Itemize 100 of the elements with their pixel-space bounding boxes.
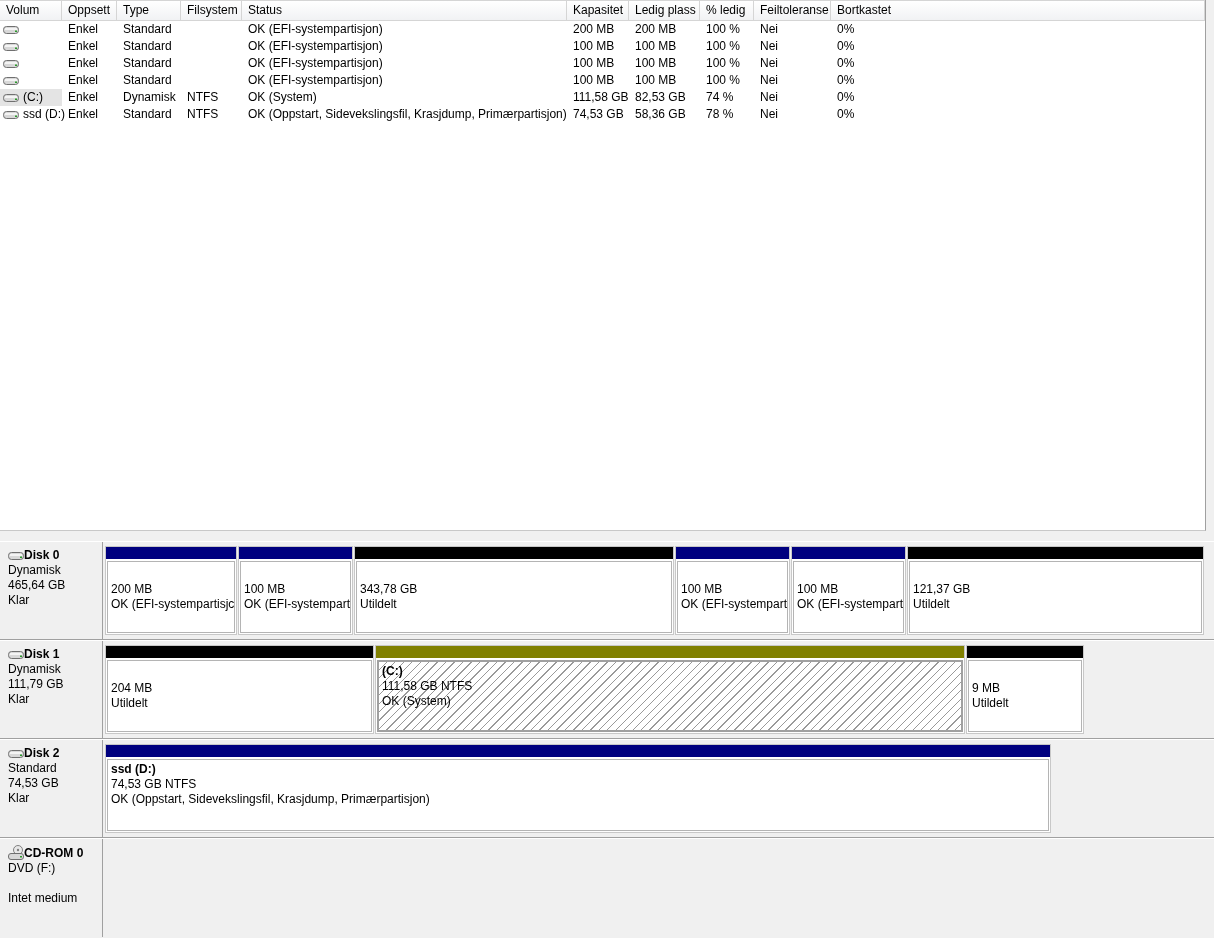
partition-size: 100 MB — [681, 582, 724, 597]
disk-status: Klar — [8, 692, 31, 707]
table-cell: Enkel — [68, 73, 99, 87]
partition-block[interactable]: 204 MB Utildelt — [105, 645, 374, 734]
disk-status: Intet medium — [8, 891, 79, 906]
column-header[interactable]: Kapasitet — [567, 1, 629, 20]
partition-size: 200 MB — [111, 582, 154, 597]
table-cell: Nei — [760, 39, 778, 53]
column-header[interactable]: Feiltoleranse — [754, 1, 831, 20]
table-cell: 100 % — [706, 22, 741, 36]
table-cell: 100 MB — [573, 56, 615, 70]
partition-block[interactable]: (C:) 111,58 GB NTFS OK (System) — [375, 645, 965, 734]
disk-name: Disk 2 — [24, 746, 60, 761]
table-cell: 100 % — [706, 39, 741, 53]
volume-name: (C:) — [22, 90, 44, 105]
table-cell: 0% — [837, 39, 855, 53]
table-cell: Enkel — [68, 107, 99, 121]
column-header[interactable]: Type — [117, 1, 181, 20]
drive-icon — [3, 24, 19, 35]
column-header[interactable]: % ledig — [700, 1, 754, 20]
table-cell: Nei — [760, 56, 778, 70]
partition-block[interactable]: 121,37 GB Utildelt — [907, 546, 1204, 635]
table-cell: 200 MB — [635, 22, 677, 36]
table-cell: 111,58 GB — [573, 90, 629, 104]
partition-size: 121,37 GB — [913, 582, 972, 597]
table-cell: Enkel — [68, 22, 99, 36]
partition-block[interactable]: 100 MB OK (EFI-systempart — [238, 546, 353, 635]
table-cell: OK (Oppstart, Sidevekslingsfil, Krasjdump, Primærpartisjon) — [248, 107, 567, 121]
table-cell: 58,36 GB — [635, 107, 686, 121]
table-cell: 100 MB — [573, 39, 615, 53]
partition-size: 343,78 GB — [360, 582, 419, 597]
table-cell: OK (System) — [248, 90, 317, 104]
table-cell: 100 MB — [635, 39, 677, 53]
disk-status: Klar — [8, 791, 31, 806]
drive-icon — [3, 109, 19, 120]
table-cell: Dynamisk — [123, 90, 176, 104]
table-cell: OK (EFI-systempartisjon) — [248, 73, 383, 87]
partition-block[interactable]: 100 MB OK (EFI-systempart — [675, 546, 790, 635]
table-cell: 100 MB — [573, 73, 615, 87]
table-cell: 100 % — [706, 56, 741, 70]
disk-type: Dynamisk — [8, 563, 62, 578]
table-cell: 0% — [837, 90, 855, 104]
table-cell: Enkel — [68, 90, 99, 104]
volume-cell[interactable]: (C:) — [0, 89, 62, 106]
partition-status: Utildelt — [111, 696, 149, 711]
table-cell: NTFS — [187, 90, 219, 104]
drive-icon — [3, 58, 19, 69]
table-cell: 100 MB — [635, 73, 677, 87]
table-cell: 74 % — [706, 90, 734, 104]
table-cell: Nei — [760, 90, 778, 104]
table-cell: 0% — [837, 107, 855, 121]
table-cell: 78 % — [706, 107, 734, 121]
column-header[interactable]: Oppsett — [62, 1, 117, 20]
table-cell: Standard — [123, 56, 172, 70]
partition-block[interactable]: 343,78 GB Utildelt — [354, 546, 674, 635]
column-header[interactable]: Ledig plass — [629, 1, 700, 20]
table-cell: Enkel — [68, 56, 99, 70]
column-header[interactable]: Status — [242, 1, 567, 20]
table-cell: OK (EFI-systempartisjon) — [248, 39, 383, 53]
disk-name: Disk 1 — [24, 647, 60, 662]
table-cell: Nei — [760, 22, 778, 36]
partition-block[interactable]: 9 MB Utildelt — [966, 645, 1084, 734]
partition-status: Utildelt — [913, 597, 951, 612]
column-header[interactable]: Filsystem — [181, 1, 242, 20]
column-header[interactable]: Bortkastet — [831, 1, 1205, 20]
table-cell: Standard — [123, 22, 172, 36]
drive-icon — [3, 75, 19, 86]
disk-size: 111,79 GB — [8, 677, 65, 692]
partition-block[interactable]: ssd (D:) 74,53 GB NTFS OK (Oppstart, Sidevekslingsfil, Krasjdump, Primærpartisjon) — [105, 744, 1051, 833]
partition-status: Utildelt — [972, 696, 1010, 711]
table-cell: 82,53 GB — [635, 90, 686, 104]
table-cell: 100 MB — [635, 56, 677, 70]
table-cell: Standard — [123, 107, 172, 121]
volume-name: ssd (D:) — [22, 107, 66, 122]
partition-block[interactable]: 200 MB OK (EFI-systempartisjc — [105, 546, 237, 635]
table-cell: 200 MB — [573, 22, 615, 36]
disk-type: Dynamisk — [8, 662, 62, 677]
disk-size: 465,64 GB — [8, 578, 67, 593]
disk-type: DVD (F:) — [8, 861, 57, 876]
table-cell: Enkel — [68, 39, 99, 53]
disk-size: 74,53 GB — [8, 776, 60, 791]
table-cell: 0% — [837, 56, 855, 70]
column-header[interactable]: Volum — [0, 1, 62, 20]
partition-status: OK (System) — [382, 694, 452, 709]
partition-block[interactable]: 100 MB OK (EFI-systempart — [791, 546, 906, 635]
table-cell: NTFS — [187, 107, 219, 121]
partition-status: Utildelt — [360, 597, 398, 612]
partition-name: ssd (D:) — [111, 762, 157, 777]
table-cell: OK (EFI-systempartisjon) — [248, 56, 383, 70]
table-cell: OK (EFI-systempartisjon) — [248, 22, 383, 36]
cd-drive-icon — [8, 845, 24, 861]
partition-size: 100 MB — [244, 582, 287, 597]
partition-size: 204 MB — [111, 681, 154, 696]
disk-name: Disk 0 — [24, 548, 60, 563]
partition-size: 111,58 GB NTFS — [382, 679, 474, 694]
partition-size: 100 MB — [797, 582, 840, 597]
disk-status: Klar — [8, 593, 31, 608]
table-cell: 0% — [837, 22, 855, 36]
table-cell: 74,53 GB — [573, 107, 624, 121]
table-cell: Nei — [760, 73, 778, 87]
